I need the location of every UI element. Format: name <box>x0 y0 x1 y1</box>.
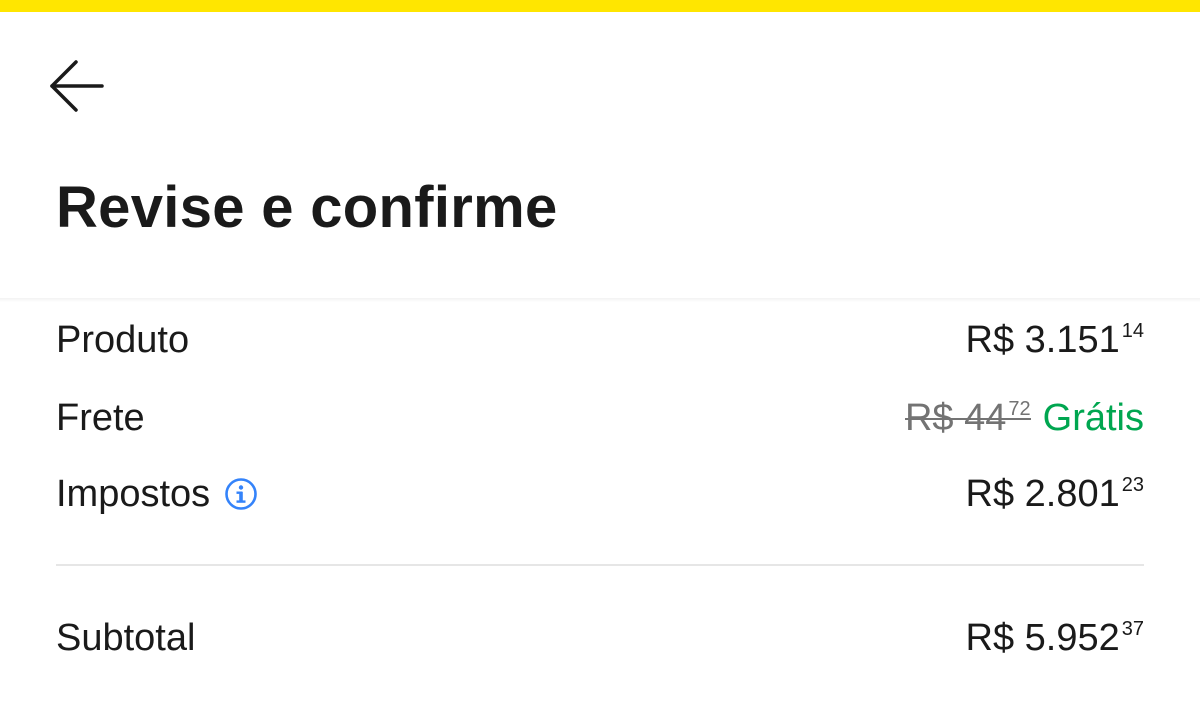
shipping-old-price-main: R$ 44 <box>904 397 1007 439</box>
subtotal-price-main: R$ 5.952 <box>965 617 1120 659</box>
taxes-price: R$ 2.801 23 <box>966 472 1144 516</box>
shipping-label: Frete <box>56 396 145 439</box>
top-accent-bar <box>0 0 1200 12</box>
info-icon[interactable] <box>224 477 258 511</box>
shipping-old-price-cents: 72 <box>1008 398 1031 420</box>
arrow-left-icon <box>50 60 104 112</box>
shipping-free-label: Grátis <box>1042 397 1144 439</box>
header-divider <box>0 298 1200 302</box>
subtotal-row: Subtotal R$ 5.952 37 <box>56 616 1144 660</box>
subtotal-price-cents: 37 <box>1121 618 1144 640</box>
shipping-price: R$ 44 72 Grátis <box>904 396 1144 440</box>
taxes-label-group: Impostos <box>56 473 258 516</box>
back-button[interactable] <box>40 50 112 122</box>
product-price-main: R$ 3.151 <box>965 319 1120 361</box>
subtotal-label: Subtotal <box>56 616 196 659</box>
shipping-old-price: R$ 44 72 <box>904 396 1031 440</box>
summary-divider <box>56 564 1144 566</box>
taxes-price-main: R$ 2.801 <box>965 473 1120 515</box>
taxes-label: Impostos <box>56 472 211 515</box>
product-label: Produto <box>56 318 190 361</box>
product-price: R$ 3.151 14 <box>966 318 1144 362</box>
product-row: Produto R$ 3.151 14 <box>56 318 1144 362</box>
page-title: Revise e confirme <box>56 175 558 240</box>
shipping-row: Frete R$ 44 72 Grátis <box>56 396 1144 440</box>
product-price-cents: 14 <box>1121 320 1144 342</box>
taxes-price-cents: 23 <box>1121 474 1144 496</box>
subtotal-price: R$ 5.952 37 <box>966 616 1144 660</box>
taxes-row: Impostos R$ 2.801 23 <box>56 472 1144 516</box>
